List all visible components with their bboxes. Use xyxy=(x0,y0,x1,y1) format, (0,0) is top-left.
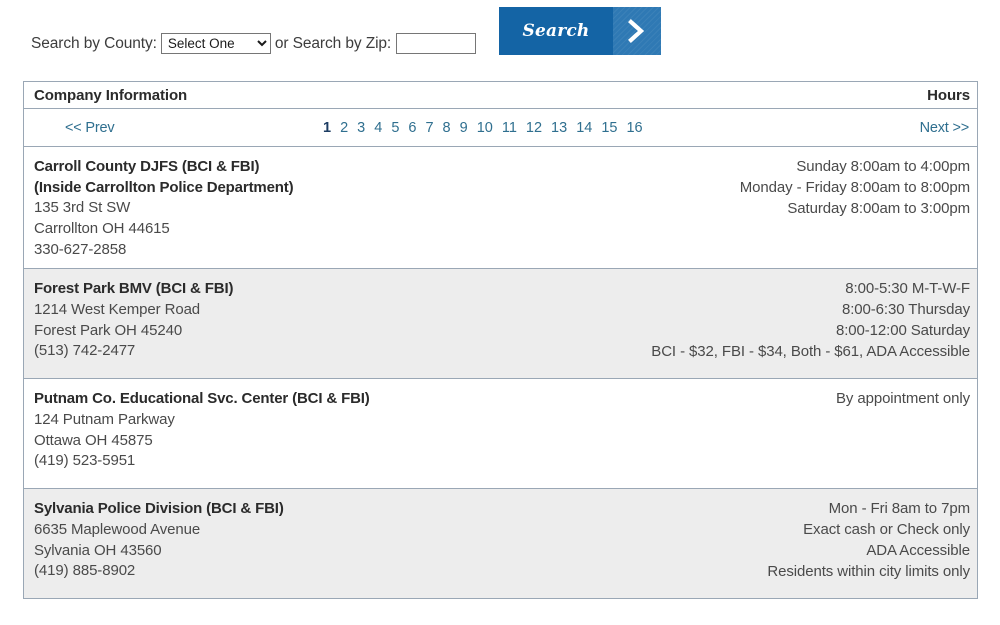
company-info-cell: Sylvania Police Division (BCI & FBI) 663… xyxy=(24,497,767,590)
company-info-cell: Forest Park BMV (BCI & FBI) 1214 West Ke… xyxy=(24,277,651,370)
hours-pricing-line: BCI - $32, FBI - $34, Both - $61, ADA Ac… xyxy=(651,342,970,360)
hours-line: Mon - Fri 8am to 7pm xyxy=(828,500,970,518)
pagination-page-15[interactable]: 15 xyxy=(601,120,617,136)
hours-cell: Mon - Fri 8am to 7pm Exact cash or Check… xyxy=(767,497,977,590)
hours-line: ADA Accessible xyxy=(866,541,970,559)
company-name-line: Forest Park BMV (BCI & FBI) xyxy=(34,280,234,298)
pagination-page-11[interactable]: 11 xyxy=(502,120,517,136)
hours-line: Exact cash or Check only xyxy=(803,521,970,539)
search-button[interactable]: Search xyxy=(499,7,661,55)
column-header-company: Company Information xyxy=(34,86,188,104)
company-name-line: Sylvania Police Division (BCI & FBI) xyxy=(34,500,284,518)
company-name-line: Carroll County DJFS (BCI & FBI) xyxy=(34,158,260,175)
hours-line: Monday - Friday 8:00am to 8:00pm xyxy=(739,178,970,196)
hours-cell: Sunday 8:00am to 4:00pm Monday - Friday … xyxy=(740,155,977,260)
company-phone-line: 330-627-2858 xyxy=(34,240,127,258)
company-info-cell: Putnam Co. Educational Svc. Center (BCI … xyxy=(24,387,836,480)
hours-line: Saturday 8:00am to 3:00pm xyxy=(787,199,970,217)
pagination-page-8[interactable]: 8 xyxy=(443,120,451,136)
company-address-line: Ottawa OH 45875 xyxy=(34,431,153,449)
company-address-line: 135 3rd St SW xyxy=(34,199,131,216)
company-address-line: 1214 West Kemper Road xyxy=(34,300,201,318)
pagination-prev-link[interactable]: << Prev xyxy=(65,120,115,136)
company-address-line: 124 Putnam Parkway xyxy=(34,410,175,428)
pagination-page-6[interactable]: 6 xyxy=(408,120,416,136)
hours-line: 8:00-5:30 M-T-W-F xyxy=(845,280,970,298)
company-phone-line: (419) 523-5951 xyxy=(34,452,136,470)
pagination-row: << Prev 1 2 3 4 5 6 7 8 9 10 11 12 13 14… xyxy=(24,109,977,147)
hours-line: By appointment only xyxy=(835,390,970,408)
county-select[interactable]: Select One xyxy=(160,33,271,54)
hours-cell: By appointment only xyxy=(836,387,977,480)
hours-cell: 8:00-5:30 M-T-W-F 8:00-6:30 Thursday 8:0… xyxy=(651,277,977,370)
search-button-main[interactable]: Search xyxy=(499,7,613,55)
table-row: Putnam Co. Educational Svc. Center (BCI … xyxy=(24,379,977,490)
chevron-right-icon[interactable] xyxy=(613,7,661,55)
company-address-line: 6635 Maplewood Avenue xyxy=(34,520,201,538)
pagination-page-5[interactable]: 5 xyxy=(391,120,399,136)
pagination-page-1[interactable]: 1 xyxy=(323,120,331,136)
company-address-line: Sylvania OH 43560 xyxy=(34,541,162,559)
table-row: Carroll County DJFS (BCI & FBI) (Inside … xyxy=(24,147,977,270)
pagination-page-3[interactable]: 3 xyxy=(357,120,365,136)
company-phone-line: (513) 742-2477 xyxy=(34,342,136,360)
company-name-line: Putnam Co. Educational Svc. Center (BCI … xyxy=(34,390,370,408)
pagination-page-4[interactable]: 4 xyxy=(374,120,382,136)
company-address-line: Carrollton OH 44615 xyxy=(34,219,170,237)
pagination-page-13[interactable]: 13 xyxy=(551,120,567,136)
search-controls: Search by County: Select One or Search b… xyxy=(31,33,477,54)
company-name-line: (Inside Carrollton Police Department) xyxy=(34,178,294,196)
hours-line: Sunday 8:00am to 4:00pm xyxy=(796,158,970,175)
zip-input[interactable] xyxy=(396,33,477,54)
search-button-label: Search xyxy=(522,21,590,41)
pagination-page-7[interactable]: 7 xyxy=(425,120,433,136)
pagination-page-16[interactable]: 16 xyxy=(626,120,642,136)
search-by-zip-label: or Search by Zip: xyxy=(274,34,392,52)
pagination-page-12[interactable]: 12 xyxy=(526,120,542,136)
pagination-page-numbers: 1 2 3 4 5 6 7 8 9 10 11 12 13 14 15 16 xyxy=(323,120,643,136)
company-phone-line: (419) 885-8902 xyxy=(34,562,136,580)
search-by-county-label: Search by County: xyxy=(31,34,157,52)
table-header-row: Company Information Hours xyxy=(24,82,977,109)
search-bar: Search by County: Select One or Search b… xyxy=(0,0,1000,65)
hours-line: 8:00-12:00 Saturday xyxy=(835,321,970,339)
hours-line: 8:00-6:30 Thursday xyxy=(841,301,970,319)
company-address-line: Forest Park OH 45240 xyxy=(34,321,183,339)
table-row: Sylvania Police Division (BCI & FBI) 663… xyxy=(24,489,977,600)
table-row: Forest Park BMV (BCI & FBI) 1214 West Ke… xyxy=(24,269,977,380)
pagination-page-2[interactable]: 2 xyxy=(340,120,348,136)
pagination-page-10[interactable]: 10 xyxy=(477,120,493,136)
company-info-cell: Carroll County DJFS (BCI & FBI) (Inside … xyxy=(24,155,740,260)
results-table: Company Information Hours << Prev 1 2 3 … xyxy=(23,81,978,600)
hours-line: Residents within city limits only xyxy=(767,562,970,580)
pagination-page-9[interactable]: 9 xyxy=(460,120,468,136)
pagination-page-14[interactable]: 14 xyxy=(576,120,592,136)
column-header-hours: Hours xyxy=(927,86,970,104)
pagination-next-link[interactable]: Next >> xyxy=(920,120,970,136)
